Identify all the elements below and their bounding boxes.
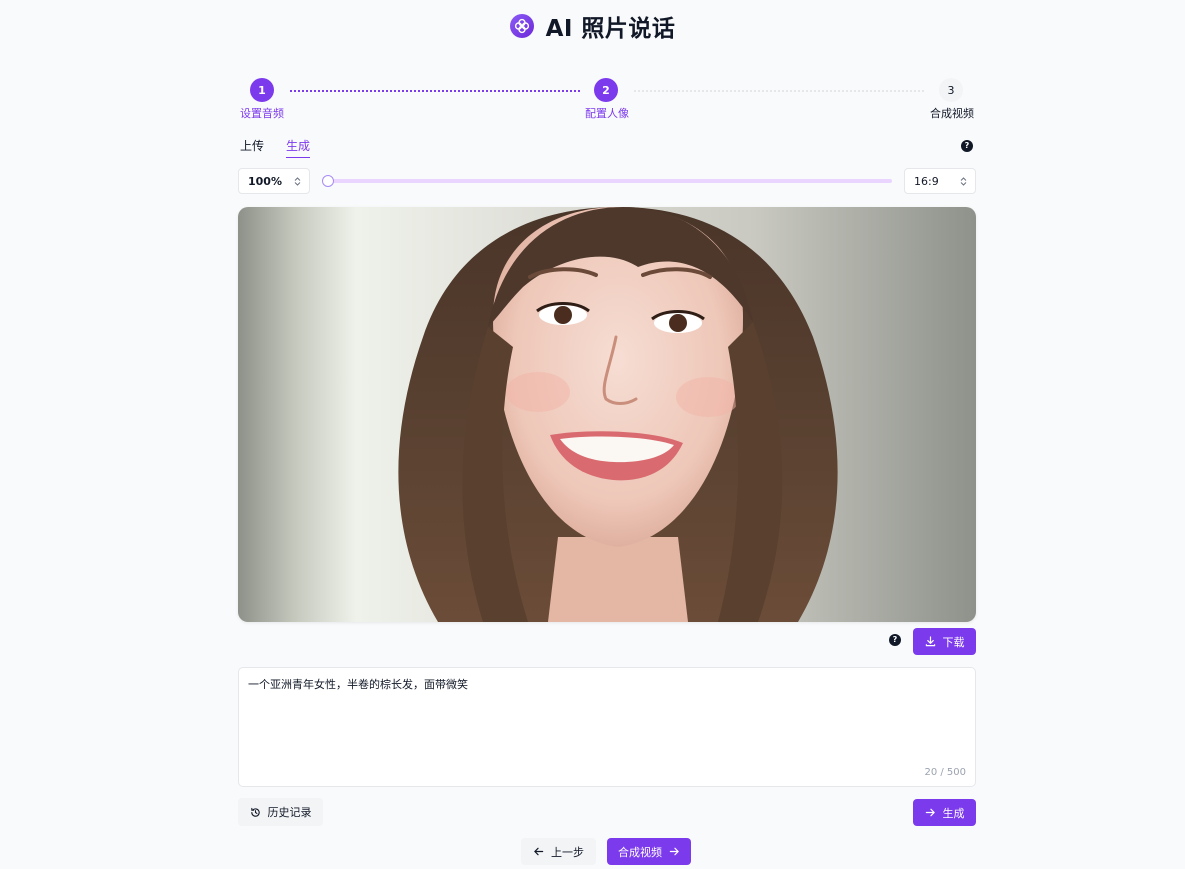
stepper: 1 设置音频 2 配置人像 3 合成视频 — [238, 78, 976, 122]
step-3-label: 合成视频 — [930, 107, 974, 120]
generate-label: 生成 — [942, 806, 965, 820]
step-2-label: 配置人像 — [585, 107, 629, 120]
download-button[interactable]: 下载 — [913, 628, 976, 655]
chevron-up-down-icon — [294, 176, 301, 186]
history-icon — [250, 807, 261, 818]
aspect-ratio-value: 16:9 — [914, 174, 939, 188]
step-connector-2-3 — [634, 90, 924, 92]
history-button[interactable]: 历史记录 — [238, 798, 323, 826]
zoom-select[interactable]: 100% — [238, 168, 310, 194]
download-help-icon[interactable]: ? — [889, 634, 901, 646]
chevron-up-down-icon — [960, 176, 967, 186]
prompt-textarea[interactable]: 一个亚洲青年女性，半卷的棕长发，面带微笑 20 / 500 — [238, 667, 976, 787]
generated-portrait-image — [238, 207, 976, 622]
help-icon[interactable]: ? — [961, 140, 973, 152]
arrow-left-icon — [533, 846, 544, 857]
generate-button[interactable]: 生成 — [913, 799, 976, 826]
step-connector-1-2 — [290, 90, 580, 92]
download-label: 下载 — [942, 635, 965, 649]
step-1-label: 设置音频 — [240, 107, 284, 120]
compose-video-button[interactable]: 合成视频 — [607, 838, 691, 865]
zoom-slider-track — [326, 179, 892, 183]
zoom-slider[interactable] — [322, 174, 892, 188]
history-label: 历史记录 — [267, 806, 312, 819]
step-2-circle[interactable]: 2 — [594, 78, 618, 102]
app-title: AI 照片说话 — [545, 16, 676, 42]
prev-step-button[interactable]: 上一步 — [521, 838, 596, 865]
compose-video-label: 合成视频 — [618, 845, 662, 859]
step-1-circle[interactable]: 1 — [250, 78, 274, 102]
step-3-circle[interactable]: 3 — [939, 78, 963, 102]
char-count: 20 / 500 — [924, 767, 966, 778]
prev-step-label: 上一步 — [551, 845, 584, 859]
prompt-text: 一个亚洲青年女性，半卷的棕长发，面带微笑 — [248, 678, 468, 691]
tab-upload[interactable]: 上传 — [240, 138, 264, 158]
aspect-ratio-select[interactable]: 16:9 — [904, 168, 976, 194]
download-icon — [925, 636, 936, 647]
arrow-right-icon — [925, 807, 936, 818]
zoom-slider-thumb[interactable] — [322, 175, 334, 187]
tab-generate[interactable]: 生成 — [286, 138, 311, 158]
zoom-value: 100% — [248, 174, 282, 188]
app-logo-icon — [509, 14, 534, 38]
mode-tabs: 上传 生成 — [240, 138, 311, 158]
arrow-right-icon — [669, 846, 680, 857]
app-header: AI 照片说话 — [0, 12, 1185, 42]
